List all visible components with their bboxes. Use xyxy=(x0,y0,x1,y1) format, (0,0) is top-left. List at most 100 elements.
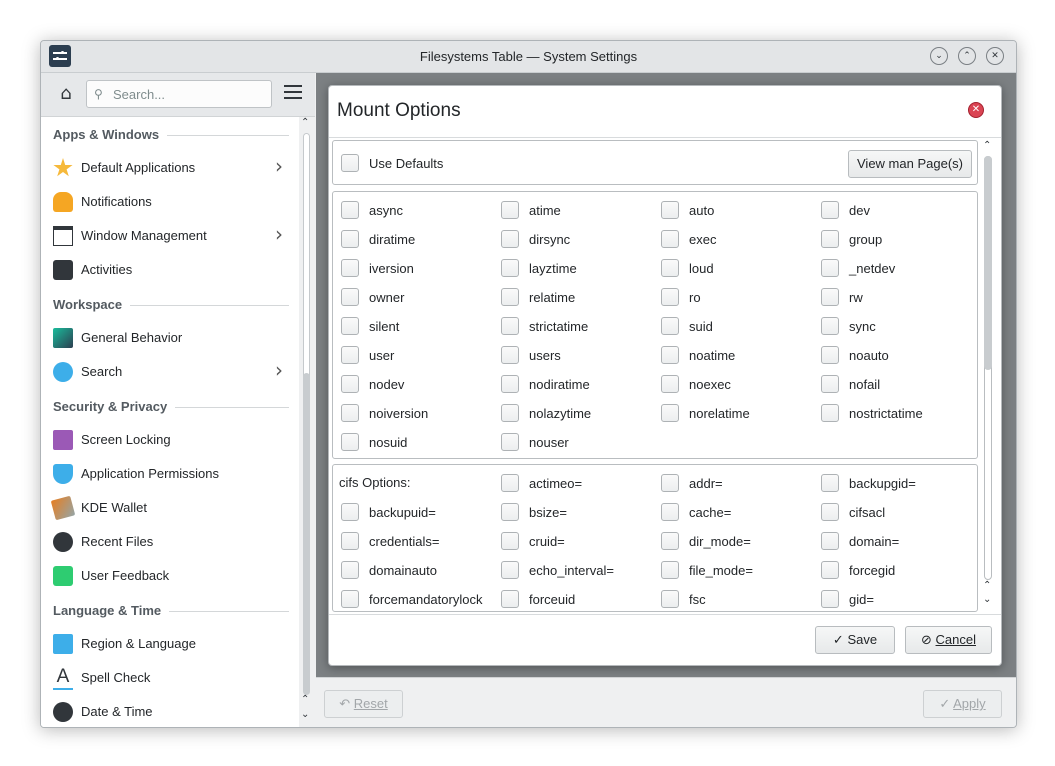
sidebar-category-list[interactable]: Apps & Windows Default Applications › Notif… xyxy=(41,117,299,727)
scroll-up-arrow-icon[interactable]: ⌃ xyxy=(983,580,991,591)
checkbox-box[interactable] xyxy=(661,346,679,364)
sidebar-item-activities[interactable]: Activities xyxy=(41,253,299,287)
chevron-right-icon[interactable]: › xyxy=(275,222,283,246)
chevron-right-icon[interactable]: › xyxy=(275,154,283,178)
scroll-down-arrow-icon[interactable]: ⌄ xyxy=(983,594,991,605)
sidebar-item-user-feedback[interactable]: User Feedback xyxy=(41,559,299,593)
checkbox-box[interactable] xyxy=(821,317,839,335)
checkbox-box[interactable] xyxy=(341,375,359,393)
checkbox-box[interactable] xyxy=(661,561,679,579)
checkbox-box[interactable] xyxy=(501,201,519,219)
checkbox-box[interactable] xyxy=(501,404,519,422)
checkbox-box[interactable] xyxy=(821,230,839,248)
sidebar-item-recent-files[interactable]: Recent Files xyxy=(41,525,299,559)
close-icon[interactable]: ✕ xyxy=(986,47,1004,65)
checkbox-box[interactable] xyxy=(661,317,679,335)
sidebar-item-kde-wallet[interactable]: KDE Wallet xyxy=(41,491,299,525)
checkbox-box[interactable] xyxy=(821,259,839,277)
checkbox-box[interactable] xyxy=(661,288,679,306)
checkbox-box[interactable] xyxy=(501,532,519,550)
checkbox-box[interactable] xyxy=(341,288,359,306)
checkbox-box[interactable] xyxy=(661,404,679,422)
hamburger-menu-icon[interactable] xyxy=(284,85,302,99)
checkbox-box[interactable] xyxy=(341,259,359,277)
checkbox-box[interactable] xyxy=(821,474,839,492)
scroll-up-arrow-icon[interactable]: ⌃ xyxy=(301,694,309,705)
titlebar[interactable]: Filesystems Table — System Settings ⌄ ⌃ … xyxy=(41,41,1016,73)
checkbox-box[interactable] xyxy=(501,317,519,335)
checkbox-box[interactable] xyxy=(661,532,679,550)
checkbox-box[interactable] xyxy=(501,375,519,393)
checkbox-box[interactable] xyxy=(501,474,519,492)
checkbox-box[interactable] xyxy=(341,346,359,364)
checkbox-box[interactable] xyxy=(501,230,519,248)
sidebar-item-window-management[interactable]: Window Management › xyxy=(41,219,299,253)
checkbox-box[interactable] xyxy=(661,474,679,492)
dialog-scrollbar[interactable]: ⌃ ⌃ ⌄ xyxy=(980,140,996,612)
checkbox-box[interactable] xyxy=(821,503,839,521)
cancel-button[interactable]: ⊘ Cancel xyxy=(905,626,992,654)
search-input[interactable]: ⚲ Search... xyxy=(86,80,272,108)
checkbox-box[interactable] xyxy=(821,590,839,608)
checkbox-box[interactable] xyxy=(341,561,359,579)
sidebar-item-region-language[interactable]: Region & Language xyxy=(41,627,299,661)
reset-button[interactable]: ↶ Reset xyxy=(324,690,403,718)
section-header-label: Security & Privacy xyxy=(53,399,168,414)
checkbox-box[interactable] xyxy=(341,590,359,608)
checkbox-box[interactable] xyxy=(341,230,359,248)
view-man-pages-button[interactable]: View man Page(s) xyxy=(848,150,972,178)
checkbox-box[interactable] xyxy=(501,561,519,579)
sidebar-item-search[interactable]: Search › xyxy=(41,355,299,389)
checkbox-box[interactable] xyxy=(341,317,359,335)
checkbox-box[interactable] xyxy=(501,590,519,608)
checkbox-box[interactable] xyxy=(821,561,839,579)
checkbox-box[interactable] xyxy=(821,404,839,422)
option-label: nostrictatime xyxy=(849,406,923,421)
sidebar-item-label: Window Management xyxy=(81,228,207,243)
checkbox-box[interactable] xyxy=(821,201,839,219)
sidebar-item-label: Region & Language xyxy=(81,636,196,651)
scroll-up-arrow-icon[interactable]: ⌃ xyxy=(301,117,309,128)
scroll-down-arrow-icon[interactable]: ⌄ xyxy=(301,709,309,720)
sidebar-item-notifications[interactable]: Notifications xyxy=(41,185,299,219)
chevron-right-icon[interactable]: › xyxy=(275,358,283,382)
minimize-icon[interactable]: ⌄ xyxy=(930,47,948,65)
sidebar-scroll-thumb[interactable] xyxy=(303,373,310,695)
checkbox-box[interactable] xyxy=(821,288,839,306)
option-label: cache= xyxy=(689,505,732,520)
checkbox-box[interactable] xyxy=(821,346,839,364)
sidebar-item-application-permissions[interactable]: Application Permissions xyxy=(41,457,299,491)
checkbox-box[interactable] xyxy=(501,259,519,277)
sidebar-scrollbar[interactable]: ⌃ ⌃ ⌄ xyxy=(299,117,315,727)
checkbox-box[interactable] xyxy=(821,375,839,393)
checkbox-box[interactable] xyxy=(501,433,519,451)
checkbox-box[interactable] xyxy=(661,590,679,608)
checkbox-box[interactable] xyxy=(341,433,359,451)
checkbox-box[interactable] xyxy=(661,230,679,248)
sidebar-item-default-applications[interactable]: Default Applications › xyxy=(41,151,299,185)
checkbox-box[interactable] xyxy=(501,288,519,306)
checkbox-box[interactable] xyxy=(661,259,679,277)
home-icon[interactable]: ⌂ xyxy=(55,83,77,105)
checkbox-box[interactable] xyxy=(341,201,359,219)
checkbox-box[interactable] xyxy=(341,404,359,422)
sidebar-item-spell-check[interactable]: A Spell Check xyxy=(41,661,299,695)
checkbox-box[interactable] xyxy=(341,532,359,550)
checkbox-box[interactable] xyxy=(821,532,839,550)
sidebar-item-date-time[interactable]: Date & Time xyxy=(41,695,299,727)
apply-button[interactable]: ✓ Apply xyxy=(923,690,1002,718)
maximize-icon[interactable]: ⌃ xyxy=(958,47,976,65)
sidebar-item-general-behavior[interactable]: General Behavior xyxy=(41,321,299,355)
checkbox-box[interactable] xyxy=(341,503,359,521)
dialog-close-icon[interactable]: ✕ xyxy=(968,102,984,118)
checkbox-box[interactable] xyxy=(501,503,519,521)
save-button[interactable]: ✓ Save xyxy=(815,626,895,654)
checkbox-box[interactable] xyxy=(661,503,679,521)
dialog-scroll-thumb[interactable] xyxy=(984,156,992,370)
checkbox-box[interactable] xyxy=(661,201,679,219)
checkbox-box[interactable] xyxy=(341,154,359,172)
checkbox-box[interactable] xyxy=(661,375,679,393)
scroll-up-arrow-icon[interactable]: ⌃ xyxy=(983,140,991,151)
sidebar-item-screen-locking[interactable]: Screen Locking xyxy=(41,423,299,457)
checkbox-box[interactable] xyxy=(501,346,519,364)
